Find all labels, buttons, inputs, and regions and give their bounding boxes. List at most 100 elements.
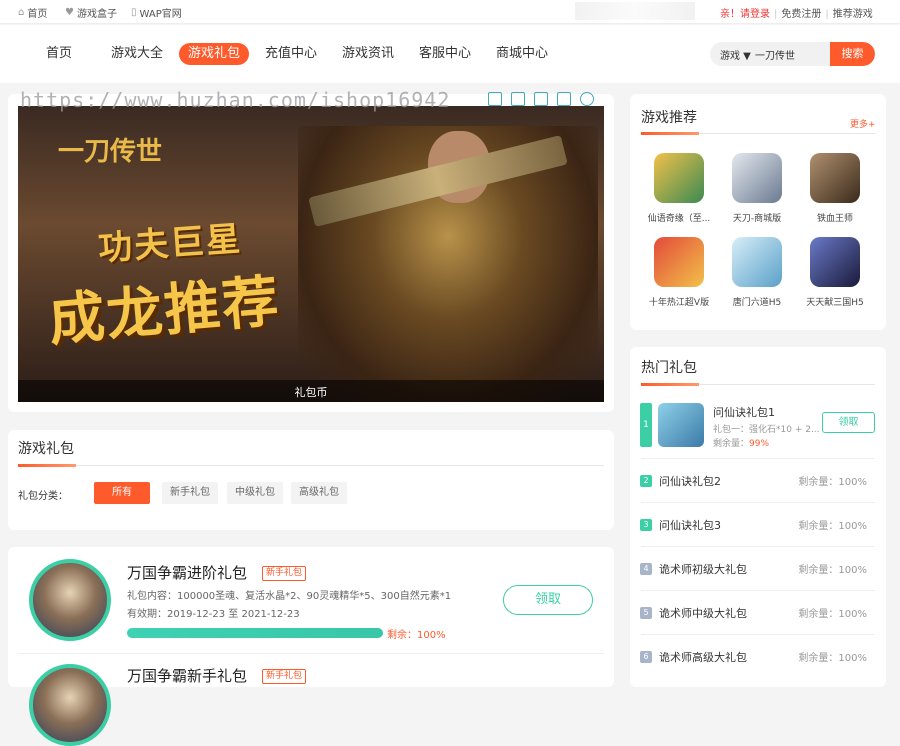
save-icon[interactable] — [534, 92, 548, 106]
hot-gift-row[interactable]: 6 诡术师高级大礼包 剩余量：100% — [640, 648, 875, 668]
hot-gift-remain-label: 剩余量： — [713, 439, 750, 449]
hot-gifts-title: 热门礼包 — [641, 360, 697, 376]
banner-caption: 礼包币 — [18, 380, 604, 402]
recommend-title: 游戏推荐 — [641, 110, 697, 126]
search-category-select[interactable]: 游戏 ▼ — [720, 47, 751, 62]
gift-name[interactable]: 万国争霸新手礼包 — [127, 665, 247, 686]
topbar-box-link[interactable]: ♥ 游戏盒子 — [65, 5, 117, 20]
hot-gift-row[interactable]: 4 诡术师初级大礼包 剩余量：100% — [640, 560, 875, 580]
game-icon — [810, 153, 860, 203]
game-icon — [654, 153, 704, 203]
game-item[interactable]: 唐门六道H5 — [719, 237, 795, 308]
top-bar: ⌂ 首页 ♥ 游戏盒子 ▯ WAP官网 亲！请登录 | 免费注册 | 推荐游戏 — [0, 0, 900, 24]
hot-gift-name: 问仙诀礼包3 — [659, 519, 721, 532]
login-link[interactable]: 亲！请登录 — [720, 9, 770, 20]
hot-gift-remain: 剩余量：100% — [798, 477, 867, 488]
game-icon — [810, 237, 860, 287]
search-input[interactable]: 一刀传世 — [755, 47, 830, 62]
game-name: 铁血王师 — [816, 214, 853, 224]
search-bar: 游戏 ▼ 一刀传世 搜索 — [710, 42, 875, 66]
game-logo: 一刀传世 — [58, 137, 163, 167]
game-avatar[interactable] — [29, 559, 111, 641]
hot-gift-icon — [658, 403, 704, 447]
rank-badge: 4 — [640, 563, 652, 575]
game-name: 仙语奇缘（至... — [647, 214, 711, 224]
topbar-home-link[interactable]: ⌂ 首页 — [18, 5, 47, 20]
nav-item-gifts[interactable]: 游戏礼包 — [179, 43, 250, 65]
filter-label: 礼包分类： — [18, 491, 68, 502]
game-name: 唐门六道H5 — [732, 298, 782, 308]
divider — [18, 465, 604, 466]
mobile-icon: ▯ — [131, 7, 137, 18]
watermark-text: https://www.huzhan.com/ishop16942 — [20, 88, 451, 112]
banner-image[interactable]: 一刀传世 功夫巨星 成龙推荐 — [18, 106, 604, 402]
recommend-link[interactable]: 推荐游戏 — [833, 9, 873, 20]
blurred-area — [575, 2, 695, 20]
game-avatar[interactable] — [29, 664, 111, 746]
filter-newbie[interactable]: 新手礼包 — [162, 482, 218, 504]
game-item[interactable]: 仙语奇缘（至... — [641, 153, 717, 224]
filter-high[interactable]: 高级礼包 — [291, 482, 347, 504]
gift-name[interactable]: 万国争霸进阶礼包 — [127, 562, 247, 583]
search-button[interactable]: 搜索 — [830, 42, 875, 66]
banner-headline-2: 成龙推荐 — [46, 268, 283, 354]
filter-mid[interactable]: 中级礼包 — [227, 482, 283, 504]
topbar-home-label: 首页 — [27, 9, 48, 20]
gift-tag: 新手礼包 — [262, 566, 307, 581]
banner-card: 一刀传世 功夫巨星 成龙推荐 礼包币 — [8, 94, 614, 412]
filter-all[interactable]: 所有 — [94, 482, 150, 504]
gift-validity: 有效期：2019-12-23 至 2021-12-23 — [127, 609, 300, 620]
hot-gift-row[interactable]: 5 诡术师中级大礼包 剩余量：100% — [640, 604, 875, 624]
bookmark-icon[interactable] — [488, 92, 502, 106]
rank-badge: 5 — [640, 607, 652, 619]
banner-toolbar — [488, 92, 594, 106]
hot-gift-remain: 剩余量：100% — [798, 521, 867, 532]
divider — [641, 458, 875, 459]
heart-icon: ♥ — [65, 7, 74, 18]
nav-item-home[interactable]: 首页 — [37, 43, 81, 65]
game-icon — [732, 237, 782, 287]
gift-content: 礼包内容：100000圣魂、复活水晶*2、90灵魂精华*5、300自然元素*1 — [127, 591, 452, 602]
claim-button[interactable]: 领取 — [503, 585, 593, 615]
rank-badge: 1 — [640, 403, 652, 447]
title-underline — [18, 464, 76, 467]
hot-gift-name: 诡术师高级大礼包 — [659, 651, 747, 664]
hot-gift-name: 问仙诀礼包1 — [713, 406, 775, 419]
title-underline — [641, 383, 699, 386]
game-item[interactable]: 铁血王师 — [797, 153, 873, 224]
rank-badge: 6 — [640, 651, 652, 663]
game-name: 天刀-商城版 — [732, 214, 782, 224]
gift-tag: 新手礼包 — [262, 669, 307, 684]
register-link[interactable]: 免费注册 — [781, 9, 821, 20]
nav-item-service[interactable]: 客服中心 — [410, 43, 480, 65]
game-item[interactable]: 天刀-商城版 — [719, 153, 795, 224]
hot-claim-button[interactable]: 领取 — [822, 412, 875, 433]
topbar-wap-link[interactable]: ▯ WAP官网 — [131, 5, 182, 20]
game-item[interactable]: 天天献三国H5 — [797, 237, 873, 308]
hot-gift-remain: 剩余量：100% — [798, 609, 867, 620]
gift-progress-bar — [127, 628, 383, 638]
hot-gift-name: 诡术师初级大礼包 — [659, 563, 747, 576]
topbar-box-label: 游戏盒子 — [76, 9, 117, 20]
nav-item-mall[interactable]: 商城中心 — [487, 43, 557, 65]
share-icon[interactable] — [557, 92, 571, 106]
divider — [641, 634, 875, 635]
gift-remaining: 剩余：100% — [387, 630, 446, 641]
fullscreen-icon[interactable] — [511, 92, 525, 106]
nav-item-news[interactable]: 游戏资讯 — [333, 43, 403, 65]
gift-section-title: 游戏礼包 — [18, 441, 74, 457]
rank-badge: 2 — [640, 475, 652, 487]
divider — [641, 502, 875, 503]
game-name: 天天献三国H5 — [806, 298, 864, 308]
settings-icon[interactable] — [580, 92, 594, 106]
more-link[interactable]: 更多+ — [850, 117, 876, 130]
hot-gift-row[interactable]: 2 问仙诀礼包2 剩余量：100% — [640, 472, 875, 492]
game-item[interactable]: 十年热江超V版 — [641, 237, 717, 308]
game-name: 十年热江超V版 — [648, 298, 710, 308]
rank-badge: 3 — [640, 519, 652, 531]
hot-gift-desc: 礼包一：强化石*10 + 2... — [713, 425, 820, 435]
nav-item-games[interactable]: 游戏大全 — [102, 43, 172, 65]
nav-item-recharge[interactable]: 充值中心 — [256, 43, 326, 65]
divider — [641, 546, 875, 547]
hot-gift-row[interactable]: 3 问仙诀礼包3 剩余量：100% — [640, 516, 875, 536]
